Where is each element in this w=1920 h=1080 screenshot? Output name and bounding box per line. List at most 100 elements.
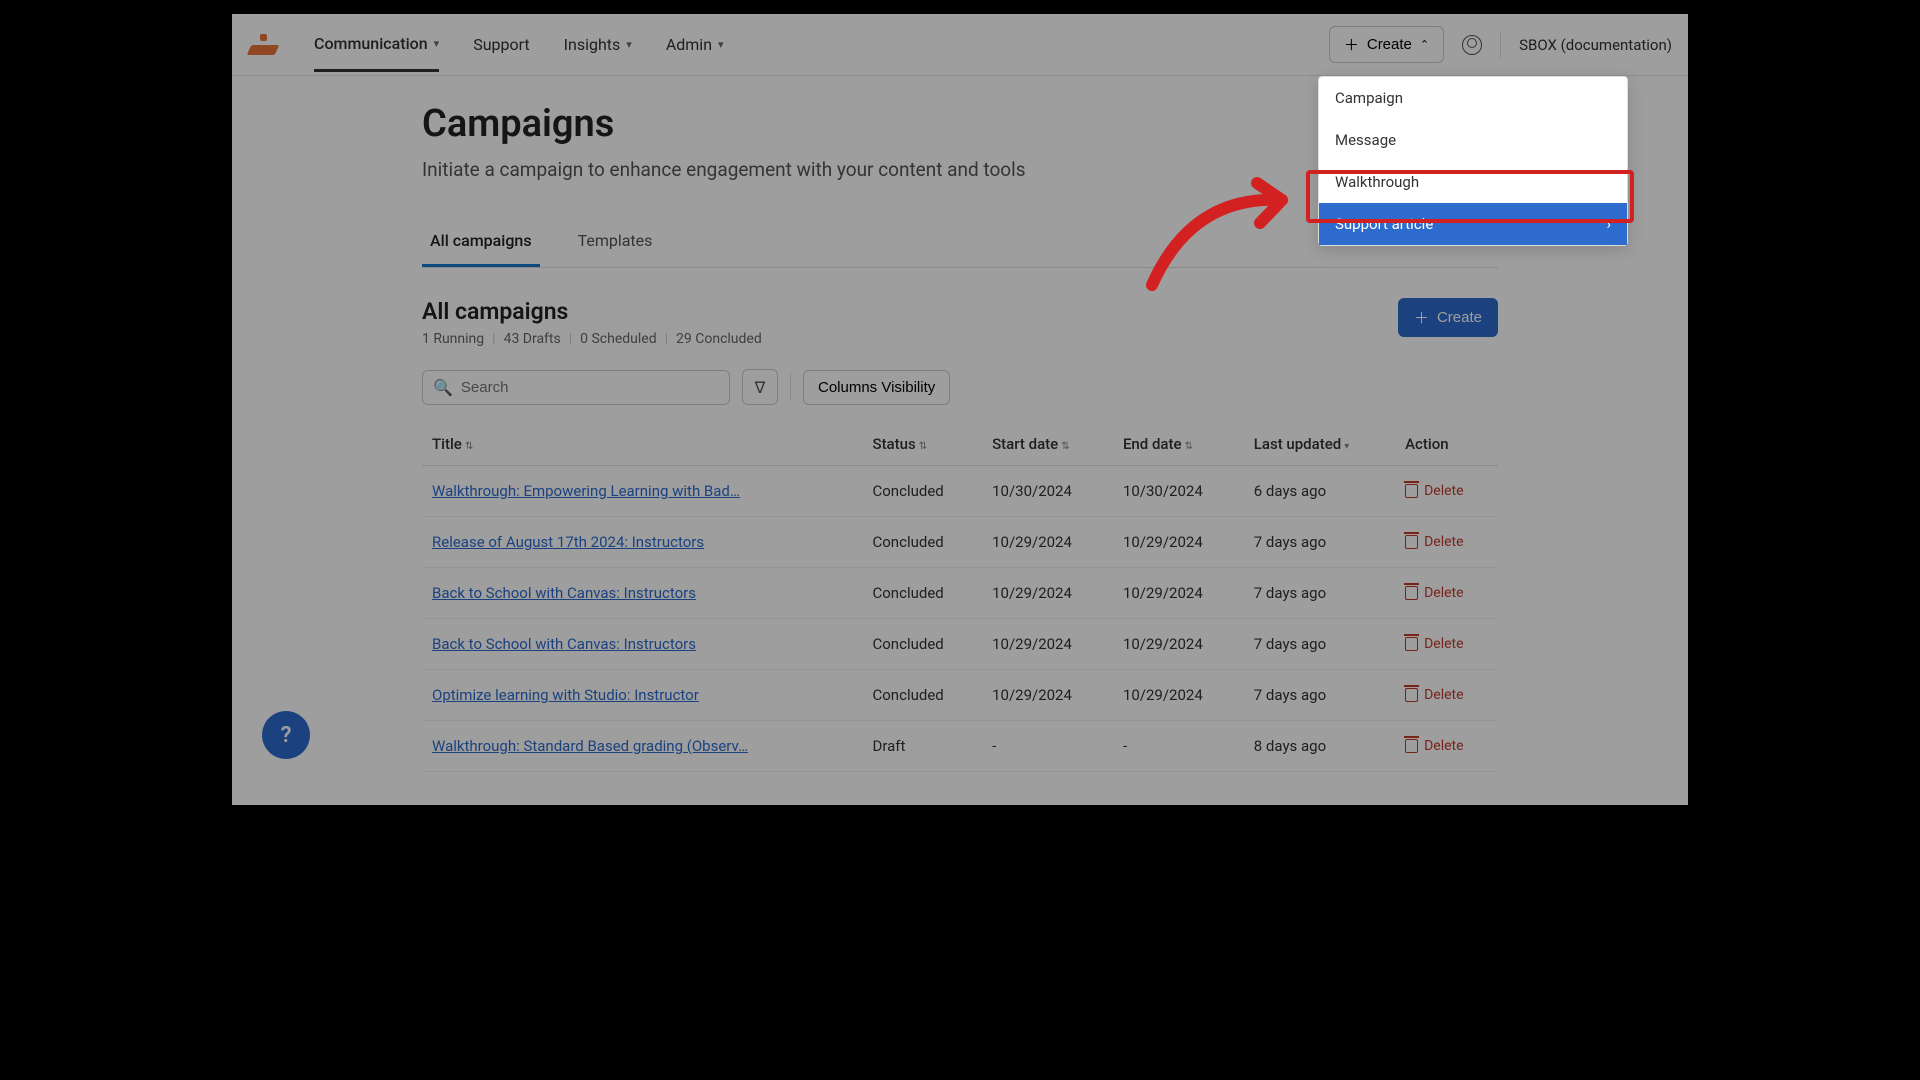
table-toolbar: 🔍 ∇ Columns Visibility xyxy=(422,369,1498,405)
cell-start: - xyxy=(982,721,1113,772)
stat-concluded: 29 Concluded xyxy=(676,331,762,347)
search-box[interactable]: 🔍 xyxy=(422,370,730,405)
cell-start: 10/29/2024 xyxy=(982,619,1113,670)
col-start[interactable]: Start date⇅ xyxy=(982,423,1113,466)
filter-button[interactable]: ∇ xyxy=(742,369,778,405)
delete-button[interactable]: Delete xyxy=(1405,636,1488,652)
cell-status: Concluded xyxy=(862,517,982,568)
dropdown-item-message[interactable]: Message xyxy=(1319,119,1627,161)
create-dropdown-menu: Campaign Message Walkthrough Support art… xyxy=(1318,76,1628,246)
divider xyxy=(1500,32,1501,58)
plus-icon: ＋ xyxy=(1344,34,1359,55)
chevron-right-icon: › xyxy=(1606,215,1611,233)
main-nav: Communication ▾ Support Insights ▾ Admin ▾ xyxy=(314,18,724,72)
col-end[interactable]: End date⇅ xyxy=(1113,423,1244,466)
cell-status: Draft xyxy=(862,721,982,772)
cell-start: 10/29/2024 xyxy=(982,670,1113,721)
delete-button[interactable]: Delete xyxy=(1405,483,1488,499)
campaign-title-link[interactable]: Walkthrough: Standard Based grading (Obs… xyxy=(432,737,748,755)
nav-admin[interactable]: Admin ▾ xyxy=(666,19,724,70)
stat-running: 1 Running xyxy=(422,331,484,347)
cell-end: 10/30/2024 xyxy=(1113,466,1244,517)
campaign-title-link[interactable]: Walkthrough: Empowering Learning with Ba… xyxy=(432,482,740,500)
cell-status: Concluded xyxy=(862,466,982,517)
cell-updated: 8 days ago xyxy=(1244,721,1395,772)
columns-visibility-button[interactable]: Columns Visibility xyxy=(803,370,950,405)
cell-updated: 7 days ago xyxy=(1244,670,1395,721)
delete-button[interactable]: Delete xyxy=(1405,687,1488,703)
cell-end: - xyxy=(1113,721,1244,772)
cell-start: 10/30/2024 xyxy=(982,466,1113,517)
delete-button[interactable]: Delete xyxy=(1405,738,1488,754)
campaigns-table: Title⇅ Status⇅ Start date⇅ End date⇅ Las… xyxy=(422,423,1498,772)
plus-icon: ＋ xyxy=(1414,307,1429,328)
trash-icon xyxy=(1405,739,1418,753)
col-title[interactable]: Title⇅ xyxy=(422,423,862,466)
section-title: All campaigns xyxy=(422,298,762,325)
chevron-down-icon: ▾ xyxy=(626,38,632,51)
create-campaign-button[interactable]: ＋ Create xyxy=(1398,298,1498,337)
stat-scheduled: 0 Scheduled xyxy=(580,331,656,347)
cell-updated: 7 days ago xyxy=(1244,619,1395,670)
help-icon: ? xyxy=(281,723,292,748)
trash-icon xyxy=(1405,637,1418,651)
trash-icon xyxy=(1405,535,1418,549)
cell-status: Concluded xyxy=(862,568,982,619)
nav-support[interactable]: Support xyxy=(473,19,529,70)
table-row: Walkthrough: Empowering Learning with Ba… xyxy=(422,466,1498,517)
cell-updated: 7 days ago xyxy=(1244,568,1395,619)
create-label: Create xyxy=(1367,36,1412,53)
col-action: Action xyxy=(1395,423,1498,466)
trash-icon xyxy=(1405,688,1418,702)
nav-label: Communication xyxy=(314,34,428,53)
nav-label: Insights xyxy=(564,35,621,54)
table-row: Optimize learning with Studio: Instructo… xyxy=(422,670,1498,721)
env-label: SBOX (documentation) xyxy=(1519,36,1672,54)
table-row: Back to School with Canvas: Instructors … xyxy=(422,619,1498,670)
dropdown-item-walkthrough[interactable]: Walkthrough xyxy=(1319,161,1627,203)
topbar-right: ＋ Create ⌃ SBOX (documentation) xyxy=(1329,26,1672,63)
col-status[interactable]: Status⇅ xyxy=(862,423,982,466)
letterbox-top xyxy=(232,0,1688,14)
dropdown-item-support-article[interactable]: Support article › xyxy=(1319,203,1627,245)
chevron-down-icon: ▾ xyxy=(718,38,724,51)
trash-icon xyxy=(1405,484,1418,498)
tab-all-campaigns[interactable]: All campaigns xyxy=(422,221,540,267)
table-row: Back to School with Canvas: Instructors … xyxy=(422,568,1498,619)
delete-button[interactable]: Delete xyxy=(1405,534,1488,550)
delete-button[interactable]: Delete xyxy=(1405,585,1488,601)
create-dropdown-button[interactable]: ＋ Create ⌃ xyxy=(1329,26,1444,63)
campaign-stats: 1 Running| 43 Drafts| 0 Scheduled| 29 Co… xyxy=(422,331,762,347)
cell-start: 10/29/2024 xyxy=(982,568,1113,619)
cell-end: 10/29/2024 xyxy=(1113,670,1244,721)
chevron-down-icon: ▾ xyxy=(434,37,440,50)
divider xyxy=(790,373,791,401)
dropdown-item-campaign[interactable]: Campaign xyxy=(1319,77,1627,119)
cell-end: 10/29/2024 xyxy=(1113,619,1244,670)
brand-logo[interactable] xyxy=(248,30,278,60)
campaign-title-link[interactable]: Back to School with Canvas: Instructors xyxy=(432,584,696,602)
help-button[interactable]: ? xyxy=(262,711,310,759)
cell-status: Concluded xyxy=(862,670,982,721)
table-row: Release of August 17th 2024: Instructors… xyxy=(422,517,1498,568)
col-updated[interactable]: Last updated▾ xyxy=(1244,423,1395,466)
nav-communication[interactable]: Communication ▾ xyxy=(314,18,439,72)
search-input[interactable] xyxy=(461,379,719,396)
campaign-title-link[interactable]: Back to School with Canvas: Instructors xyxy=(432,635,696,653)
cell-updated: 7 days ago xyxy=(1244,517,1395,568)
chevron-up-icon: ⌃ xyxy=(1420,38,1429,51)
cell-end: 10/29/2024 xyxy=(1113,517,1244,568)
nav-label: Support xyxy=(473,35,529,54)
cell-start: 10/29/2024 xyxy=(982,517,1113,568)
cell-status: Concluded xyxy=(862,619,982,670)
tab-templates[interactable]: Templates xyxy=(570,221,661,267)
nav-insights[interactable]: Insights ▾ xyxy=(564,19,632,70)
campaign-title-link[interactable]: Release of August 17th 2024: Instructors xyxy=(432,533,704,551)
top-bar: Communication▾ Support Insights▾ Admin▾ … xyxy=(232,14,1688,76)
app-stage: Communication▾ Support Insights▾ Admin▾ … xyxy=(232,0,1688,805)
create-label: Create xyxy=(1437,309,1482,326)
user-icon[interactable] xyxy=(1462,35,1482,55)
nav-label: Admin xyxy=(666,35,712,54)
campaign-title-link[interactable]: Optimize learning with Studio: Instructo… xyxy=(432,686,699,704)
dropdown-label: Support article xyxy=(1335,215,1433,233)
